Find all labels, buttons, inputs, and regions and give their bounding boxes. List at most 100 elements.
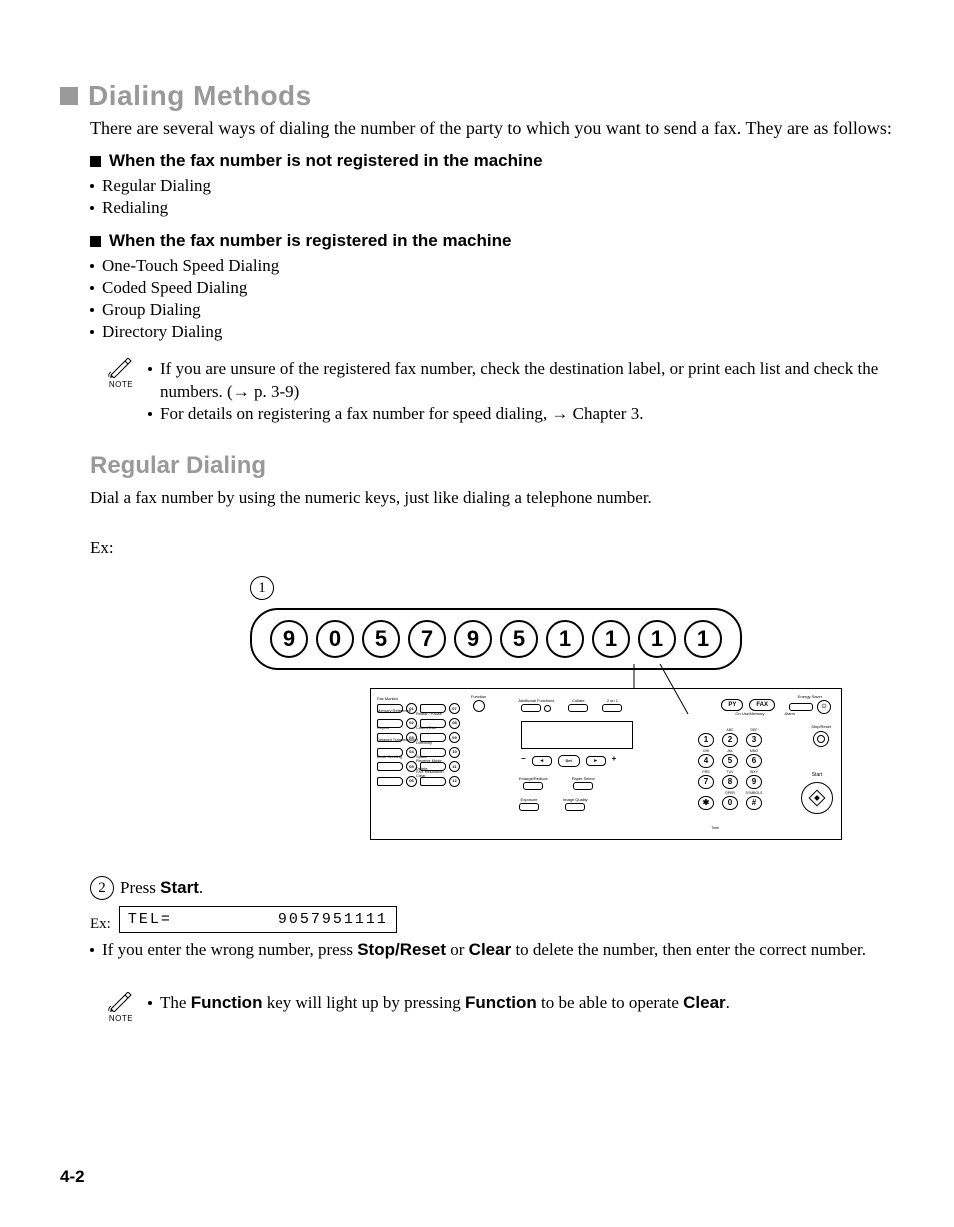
bullet-dot	[90, 330, 94, 334]
stop-reset-button[interactable]	[813, 731, 829, 747]
keypad-key-wrap: PRS7	[697, 771, 715, 789]
stop-reset-key-name: Stop/Reset	[357, 940, 446, 959]
h3-bullet	[90, 236, 101, 247]
list-item: Redialing	[90, 197, 894, 219]
lcd-display-box: TEL= 9057951111	[119, 906, 397, 933]
lcd-right-text: 9057951111	[278, 911, 388, 928]
h3-bullet	[90, 156, 101, 167]
set-button[interactable]: Set	[558, 755, 580, 767]
intro-paragraph: There are several ways of dialing the nu…	[90, 118, 894, 139]
list-item: Directory Dialing	[90, 321, 894, 343]
note-label: NOTE	[109, 380, 133, 389]
one-touch-number: 08	[449, 718, 460, 729]
keypad-key-#[interactable]: #	[746, 796, 762, 810]
image-quality-button[interactable]	[565, 803, 585, 811]
on-use-memory-label: On Use/Memory	[735, 712, 764, 716]
one-touch-label: Book Sending	[377, 755, 402, 759]
bullet-dot	[148, 367, 152, 371]
keypad-key-7[interactable]: 7	[698, 775, 714, 789]
pencil-note-icon	[108, 358, 134, 378]
bullet-dot	[90, 264, 94, 268]
lcd-left-text: TEL=	[128, 911, 172, 928]
collate-label: Collate	[572, 699, 584, 703]
keypad-key-wrap: DEF3	[745, 729, 763, 747]
keypad-key-wrap: 1	[697, 729, 715, 747]
keypad-key-3[interactable]: 3	[746, 733, 762, 747]
text-span: If you enter the wrong number, press	[102, 940, 357, 959]
function-button[interactable]	[473, 700, 485, 712]
digit-key: 9	[270, 620, 308, 658]
one-touch-number: 11	[449, 761, 460, 772]
enlarge-button[interactable]	[523, 782, 543, 790]
heading-1: Dialing Methods	[60, 80, 894, 112]
note-text-span: p. 3-9)	[250, 382, 300, 401]
wrong-number-text: If you enter the wrong number, press Sto…	[102, 939, 894, 962]
minus-icon: −	[521, 755, 526, 763]
keypad-key-9[interactable]: 9	[746, 775, 762, 789]
one-touch-number: 09	[449, 732, 460, 743]
keypad-key-wrap: GHI4	[697, 750, 715, 768]
copy-mode-button[interactable]: PY	[721, 699, 743, 711]
bullet-dot	[90, 206, 94, 210]
keypad-key-wrap: SYMBOLS#	[745, 792, 763, 810]
one-touch-button[interactable]	[420, 777, 446, 786]
one-touch-number: 12	[449, 776, 460, 787]
one-touch-label: Space Receive Mode	[416, 755, 442, 762]
note-text-span: For details on registering a fax number …	[160, 404, 551, 423]
digit-key: 7	[408, 620, 446, 658]
text-span: or	[446, 940, 469, 959]
keypad-key-4[interactable]: 4	[698, 754, 714, 768]
h3-text: When the fax number is not registered in…	[109, 151, 543, 171]
h3-text: When the fax number is registered in the…	[109, 231, 511, 251]
additional-functions-button[interactable]	[521, 704, 541, 712]
function-key-name: Function	[465, 993, 537, 1012]
one-touch-label: Delete FAX Resolution Clear	[416, 767, 444, 778]
bullet-dot	[90, 286, 94, 290]
note-items: The Function key will light up by pressi…	[148, 992, 894, 1023]
collate-button[interactable]	[568, 704, 588, 712]
paper-select-button[interactable]	[573, 782, 593, 790]
control-panel: Fax Monitor0107 Memory ReferenceRedial /…	[370, 688, 842, 840]
note-text: The Function key will light up by pressi…	[160, 992, 730, 1015]
fax-mode-button[interactable]: FAX	[749, 699, 775, 711]
keypad-key-1[interactable]: 1	[698, 733, 714, 747]
bottom-pill-area: Enlarge/Reduce Paper Select Exposure Ima…	[519, 777, 595, 811]
energy-saver-button[interactable]: ⏻	[817, 700, 831, 714]
list-item-text: Directory Dialing	[102, 321, 222, 343]
keypad-key-6[interactable]: 6	[746, 754, 762, 768]
one-touch-column: Fax Monitor0107 Memory ReferenceRedial /…	[377, 703, 497, 790]
heading-registered: When the fax number is registered in the…	[90, 231, 894, 251]
pencil-note-icon	[108, 992, 134, 1012]
right-arrow-button[interactable]: ►	[586, 756, 606, 766]
keypad-key-8[interactable]: 8	[722, 775, 738, 789]
registered-list: One-Touch Speed Dialing Coded Speed Dial…	[90, 255, 894, 343]
left-arrow-button[interactable]: ◄	[532, 756, 552, 766]
keypad-key-5[interactable]: 5	[722, 754, 738, 768]
one-touch-button[interactable]	[377, 777, 403, 786]
exposure-label: Exposure	[521, 798, 538, 802]
alarm-label: Alarm	[785, 712, 795, 716]
keypad-key-0[interactable]: 0	[722, 796, 738, 810]
heading-2: Regular Dialing	[90, 452, 894, 480]
keypad-key-wrap: WXY9	[745, 771, 763, 789]
bullet-dot	[148, 1001, 152, 1005]
function-row: Function Additional Functions Collate 2 …	[471, 695, 622, 712]
keypad-key-2[interactable]: 2	[722, 733, 738, 747]
digit-key: 1	[592, 620, 630, 658]
arrow-icon: →	[233, 382, 250, 401]
one-touch-button[interactable]	[377, 762, 403, 771]
text-span: .	[199, 878, 203, 897]
energy-saver: Energy Saver ⏻	[789, 695, 831, 714]
image-quality-label: Image Quality	[563, 798, 588, 802]
start-button[interactable]	[801, 782, 833, 814]
set-row: − ◄ Set ► +	[521, 755, 616, 767]
2on1-button[interactable]	[602, 704, 622, 712]
exposure-button[interactable]	[519, 803, 539, 811]
stop-reset: Stop/Reset	[811, 725, 831, 747]
keypad-key-✱[interactable]: ✱	[698, 796, 714, 810]
lcd-screen	[521, 721, 633, 749]
one-touch-label: Report	[377, 726, 389, 730]
step-2-text: Press Start.	[120, 878, 203, 898]
list-item-text: Redialing	[102, 197, 168, 219]
text-span: .	[726, 993, 730, 1012]
